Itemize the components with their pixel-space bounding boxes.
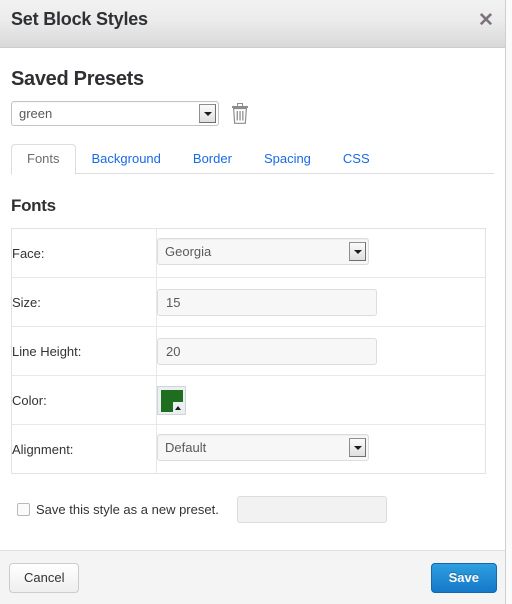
tab-css[interactable]: CSS <box>327 144 386 175</box>
modal-header: Set Block Styles ✕ <box>0 0 505 48</box>
scrollbar[interactable] <box>506 0 512 604</box>
table-row: Size: <box>11 277 486 327</box>
face-field-cell: Georgia <box>157 229 486 278</box>
cancel-button[interactable]: Cancel <box>9 563 80 593</box>
chevron-down-icon[interactable] <box>199 104 216 123</box>
chevron-down-icon[interactable] <box>349 242 366 261</box>
preset-select-box[interactable]: green <box>11 101 219 126</box>
style-tabs: Fonts Background Border Spacing CSS <box>11 144 494 175</box>
save-preset-checkbox[interactable] <box>17 503 30 516</box>
font-face-select-box[interactable]: Georgia <box>157 238 369 265</box>
table-row: Color: <box>11 375 486 425</box>
alignment-select[interactable]: Default <box>157 434 369 461</box>
preset-select-value: green <box>19 106 53 121</box>
color-field-cell <box>157 376 486 425</box>
alignment-value: Default <box>165 440 207 455</box>
new-preset-name-input[interactable] <box>236 496 387 523</box>
tab-fonts[interactable]: Fonts <box>11 144 76 175</box>
font-size-input[interactable] <box>157 288 377 316</box>
caret-up-icon <box>173 401 183 412</box>
page-title: Set Block Styles <box>11 9 148 29</box>
font-face-value: Georgia <box>165 244 212 259</box>
modal-body: Saved Presets green Fonts Background Bor… <box>0 48 505 550</box>
preset-row: green <box>11 101 494 126</box>
tab-spacing[interactable]: Spacing <box>248 144 327 175</box>
table-row: Alignment: Default <box>11 424 486 474</box>
alignment-label: Alignment: <box>11 424 157 474</box>
tab-background[interactable]: Background <box>76 144 177 175</box>
line-height-label: Line Height: <box>11 326 157 376</box>
fonts-heading: Fonts <box>11 196 56 215</box>
alignment-select-box[interactable]: Default <box>157 434 369 461</box>
modal-footer: Cancel Save <box>0 550 505 604</box>
save-preset-label[interactable]: Save this style as a new preset. <box>36 502 219 517</box>
color-label: Color: <box>11 375 157 425</box>
save-button[interactable]: Save <box>430 563 497 593</box>
line-height-input[interactable] <box>157 337 377 365</box>
table-row: Line Height: <box>11 326 486 376</box>
close-icon[interactable]: ✕ <box>475 10 497 32</box>
saved-presets-heading: Saved Presets <box>11 68 144 90</box>
size-label: Size: <box>11 277 157 327</box>
preset-select[interactable]: green <box>11 101 219 126</box>
color-swatch-button[interactable] <box>157 385 186 415</box>
face-label: Face: <box>11 228 157 278</box>
tab-border[interactable]: Border <box>177 144 248 175</box>
save-preset-row: Save this style as a new preset. <box>11 496 494 523</box>
size-field-cell <box>157 278 486 327</box>
set-block-styles-modal: Set Block Styles ✕ Saved Presets green F… <box>0 0 506 604</box>
chevron-down-icon[interactable] <box>349 438 366 457</box>
trash-icon[interactable] <box>231 103 249 124</box>
table-row: Face: Georgia <box>11 228 486 278</box>
font-face-select[interactable]: Georgia <box>157 238 369 265</box>
line-height-field-cell <box>157 327 486 376</box>
fonts-settings-table: Face: Georgia Size: 15 Line Height: 20 C… <box>11 228 486 474</box>
alignment-field-cell: Default <box>157 425 486 474</box>
